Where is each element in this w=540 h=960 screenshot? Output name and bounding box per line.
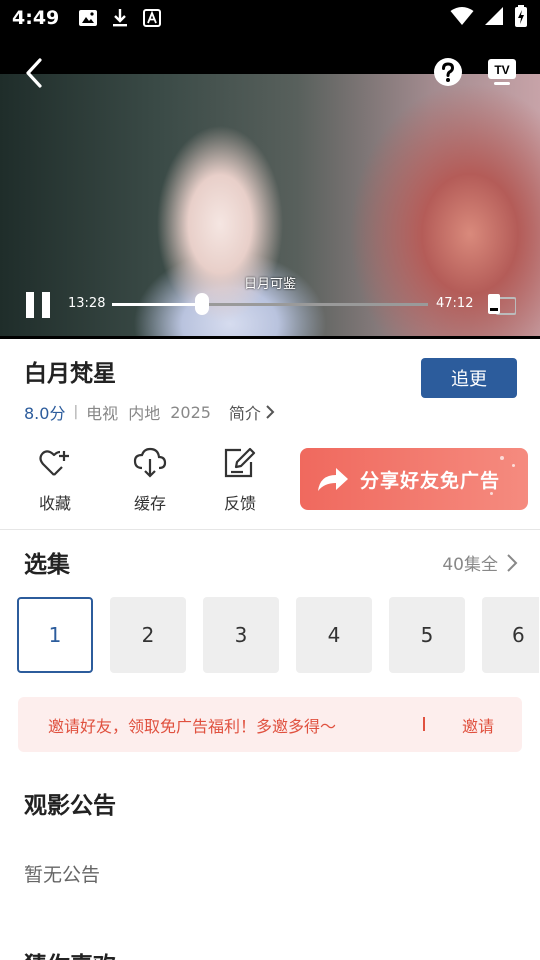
cloud-download-icon bbox=[133, 447, 167, 478]
follow-button[interactable]: 追更 bbox=[421, 358, 517, 398]
episode-item[interactable]: 5 bbox=[389, 597, 465, 673]
pause-icon-bar bbox=[42, 292, 50, 318]
intro-label: 简介 bbox=[228, 404, 261, 423]
pause-button[interactable] bbox=[26, 292, 50, 318]
all-episodes-button[interactable]: 40集全 bbox=[442, 550, 518, 575]
drama-title: 白月梵星 bbox=[24, 361, 116, 387]
episode-item[interactable]: 6 bbox=[482, 597, 539, 673]
invite-banner[interactable]: 邀请好友，领取免广告福利！多邀多得～ 邀请 bbox=[18, 697, 522, 752]
recommend-title: 猜你喜欢 bbox=[24, 946, 116, 960]
chevron-right-icon bbox=[507, 553, 518, 572]
episode-item[interactable]: 1 bbox=[17, 597, 93, 673]
tv-icon: TV bbox=[488, 59, 516, 85]
video-player[interactable]: TV 日月可鉴 13:28 47:12 bbox=[0, 36, 540, 339]
episode-list: 1 2 3 4 5 6 bbox=[17, 597, 539, 673]
decor-dot bbox=[512, 464, 515, 467]
all-episodes-label: 40集全 bbox=[442, 555, 498, 575]
rotate-screen-icon bbox=[488, 294, 517, 315]
drama-type: 电视 bbox=[86, 404, 119, 423]
download-icon bbox=[109, 8, 131, 28]
feedback-label: 反馈 bbox=[223, 494, 256, 513]
question-icon bbox=[434, 58, 462, 86]
cache-label: 缓存 bbox=[133, 494, 166, 513]
wifi-icon bbox=[450, 6, 474, 30]
svg-text:TV: TV bbox=[494, 63, 509, 77]
current-time: 13:28 bbox=[68, 296, 106, 311]
notice-title: 观影公告 bbox=[24, 793, 116, 819]
invite-divider bbox=[423, 717, 425, 731]
feedback-button[interactable]: 反馈 bbox=[209, 446, 271, 514]
edit-icon bbox=[224, 447, 256, 478]
font-icon bbox=[141, 8, 163, 28]
fullscreen-button[interactable] bbox=[486, 294, 517, 316]
decor-dot bbox=[490, 492, 493, 495]
drama-score: 8.0分 bbox=[24, 404, 66, 423]
favorite-label: 收藏 bbox=[38, 494, 71, 513]
drama-region: 内地 bbox=[128, 404, 161, 423]
meta-separator: | bbox=[73, 404, 79, 420]
image-icon bbox=[77, 8, 99, 28]
intro-button[interactable]: 简介 bbox=[229, 400, 275, 424]
chevron-left-icon bbox=[26, 58, 42, 88]
player-controls: 13:28 47:12 bbox=[0, 286, 540, 326]
seek-bar-progress bbox=[112, 303, 203, 306]
status-time: 4:49 bbox=[12, 7, 60, 29]
help-button[interactable] bbox=[432, 56, 464, 88]
pause-icon bbox=[26, 292, 34, 318]
decor-dot bbox=[500, 456, 504, 460]
cache-button[interactable]: 缓存 bbox=[119, 446, 181, 514]
signal-icon bbox=[484, 6, 504, 30]
share-arrow-icon bbox=[318, 468, 348, 491]
status-bar: 4:49 bbox=[0, 0, 540, 36]
divider bbox=[0, 529, 540, 530]
cast-tv-button[interactable]: TV bbox=[486, 56, 518, 88]
share-banner-label: 分享好友免广告 bbox=[360, 469, 501, 492]
battery-charging-icon bbox=[514, 5, 528, 31]
episodes-title: 选集 bbox=[24, 552, 70, 578]
back-button[interactable] bbox=[20, 56, 50, 90]
invite-button[interactable]: 邀请 bbox=[462, 713, 494, 737]
favorite-button[interactable]: 收藏 bbox=[24, 446, 86, 514]
drama-meta: 8.0分 | 电视 内地 2025 简介 bbox=[24, 400, 275, 424]
episode-item[interactable]: 3 bbox=[203, 597, 279, 673]
chevron-right-icon bbox=[266, 405, 275, 419]
notice-empty-text: 暂无公告 bbox=[24, 864, 101, 886]
episode-item[interactable]: 4 bbox=[296, 597, 372, 673]
heart-plus-icon bbox=[39, 450, 69, 476]
share-banner[interactable]: 分享好友免广告 bbox=[300, 448, 528, 510]
drama-year: 2025 bbox=[170, 402, 211, 422]
episode-item[interactable]: 2 bbox=[110, 597, 186, 673]
seek-handle[interactable] bbox=[195, 293, 210, 315]
invite-text: 邀请好友，领取免广告福利！多邀多得～ bbox=[48, 716, 337, 736]
seek-bar[interactable] bbox=[112, 303, 428, 306]
total-time: 47:12 bbox=[436, 296, 474, 311]
